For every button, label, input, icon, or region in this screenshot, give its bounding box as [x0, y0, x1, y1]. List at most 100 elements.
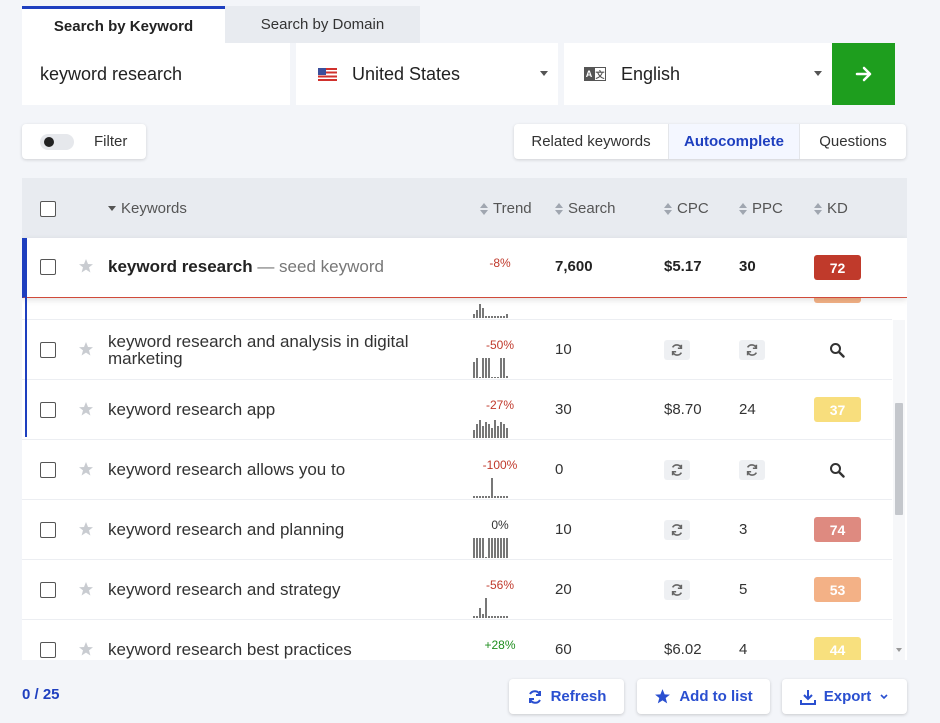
sparkline-bar	[482, 496, 484, 498]
sort-icon	[739, 202, 747, 215]
refresh-button[interactable]: Refresh	[509, 679, 624, 714]
filter-toggle-button[interactable]: Filter	[22, 124, 146, 159]
column-header-ppc[interactable]: PPC	[739, 200, 783, 217]
table-row[interactable]: keyword research and strategy -56% 20 5 53	[22, 560, 892, 620]
column-header-cpc[interactable]: CPC	[664, 200, 709, 217]
sparkline-bar	[503, 496, 505, 498]
sparkline-bar	[491, 478, 493, 498]
row-checkbox[interactable]	[40, 642, 56, 658]
column-header-trend[interactable]: Trend	[480, 200, 532, 217]
star-icon[interactable]	[78, 461, 94, 477]
seed-keyword-row[interactable]: keyword research — seed keyword -8% 7,60…	[22, 238, 907, 437]
sort-icon	[480, 202, 488, 215]
keyword-text[interactable]: keyword research best practices	[108, 641, 428, 658]
country-select[interactable]: United States	[296, 43, 558, 105]
search-bar: United States A 文 English	[22, 43, 907, 105]
trend-sparkline	[473, 478, 525, 498]
country-label: United States	[352, 63, 461, 84]
autocomplete-button[interactable]: Autocomplete	[669, 124, 800, 159]
ppc-value: 3	[739, 521, 748, 538]
sparkline-bar	[494, 496, 496, 498]
column-header-kd[interactable]: KD	[814, 200, 848, 217]
column-keywords-label: Keywords	[121, 200, 187, 217]
row-checkbox[interactable]	[40, 522, 56, 538]
sparkline-bar	[500, 616, 502, 618]
sparkline-bar	[488, 538, 490, 558]
keyword-text[interactable]: keyword research and planning	[108, 521, 428, 538]
select-all-checkbox[interactable]	[40, 201, 56, 217]
star-icon[interactable]	[78, 581, 94, 597]
trend-percent: 0%	[491, 518, 509, 532]
table-row[interactable]: keyword research and planning 0% 10 3 74	[22, 500, 892, 560]
refresh-ppc-icon[interactable]	[739, 460, 765, 480]
table-row[interactable]: keyword research best practices +28% 60 $6.…	[22, 620, 892, 660]
sparkline-bar	[500, 538, 502, 558]
add-to-list-button[interactable]: Add to list	[637, 679, 770, 714]
sparkline-bar	[25, 298, 27, 313]
download-icon	[799, 689, 816, 705]
star-icon[interactable]	[78, 521, 94, 537]
language-select[interactable]: A 文 English	[564, 43, 832, 105]
keyword-text[interactable]: keyword research allows you to	[108, 461, 428, 478]
keywords-table: Keywords Trend Search CPC PPC KD keyword…	[22, 178, 907, 660]
search-volume: 7,600	[555, 258, 593, 275]
search-volume: 0	[555, 461, 564, 478]
ppc-value: 4	[739, 641, 748, 658]
sparkline-bar	[25, 365, 27, 383]
row-checkbox[interactable]	[40, 259, 56, 275]
sparkline-bar	[25, 266, 27, 280]
table-row[interactable]: keyword research allows you to -100% 0	[22, 440, 892, 500]
column-trend-label: Trend	[493, 200, 532, 217]
sparkline-bar	[479, 496, 481, 498]
sparkline-bar	[25, 280, 27, 298]
arrow-right-icon	[855, 66, 871, 82]
selected-count: 0 / 25	[22, 686, 60, 703]
refresh-cpc-icon[interactable]	[664, 580, 690, 600]
keyword-text[interactable]: keyword research and strategy	[108, 581, 428, 598]
related-keywords-button[interactable]: Related keywords	[514, 124, 669, 159]
star-icon[interactable]	[78, 641, 94, 657]
refresh-cpc-icon[interactable]	[664, 520, 690, 540]
sparkline-bar	[497, 538, 499, 558]
refresh-cpc-icon[interactable]	[664, 460, 690, 480]
export-label: Export	[823, 688, 872, 705]
column-header-search[interactable]: Search	[555, 200, 616, 217]
filter-toggle-switch[interactable]	[40, 133, 74, 150]
sparkline-bar	[25, 250, 27, 266]
questions-button[interactable]: Questions	[800, 124, 906, 159]
sparkline-bar	[473, 538, 475, 558]
export-button[interactable]: Export	[782, 679, 907, 714]
sparkline-bar	[25, 313, 27, 330]
column-header-keywords[interactable]: Keywords	[108, 200, 187, 217]
trend-percent: -8%	[489, 256, 511, 270]
sparkline-bar	[25, 383, 27, 400]
chevron-down-icon	[540, 71, 548, 76]
sparkline-bar	[506, 538, 508, 558]
kd-badge: 44	[814, 637, 861, 660]
sparkline-bar	[25, 238, 27, 250]
scroll-down-arrow-icon[interactable]	[896, 648, 902, 652]
tab-search-by-domain[interactable]: Search by Domain	[225, 6, 420, 43]
trend-percent: +28%	[484, 638, 516, 652]
keyword-input[interactable]	[22, 43, 290, 105]
tab-search-by-keyword[interactable]: Search by Keyword	[22, 6, 225, 43]
row-checkbox[interactable]	[40, 582, 56, 598]
row-checkbox[interactable]	[40, 462, 56, 478]
search-go-button[interactable]	[832, 43, 895, 105]
sparkline-bar	[25, 349, 27, 365]
sparkline-bar	[473, 616, 475, 618]
sparkline-bar	[485, 598, 487, 618]
star-icon[interactable]	[78, 258, 94, 274]
sparkline-bar	[494, 538, 496, 558]
search-icon[interactable]	[829, 462, 845, 478]
sparkline-bar	[506, 496, 508, 498]
sparkline-bar	[485, 557, 487, 558]
sparkline-bar	[485, 496, 487, 498]
sparkline-bar	[488, 616, 490, 618]
column-ppc-label: PPC	[752, 200, 783, 217]
refresh-label: Refresh	[550, 688, 607, 705]
language-label: English	[621, 63, 681, 84]
filter-label: Filter	[94, 133, 128, 150]
sparkline-bar	[476, 538, 478, 558]
ppc-value: 5	[739, 581, 748, 598]
